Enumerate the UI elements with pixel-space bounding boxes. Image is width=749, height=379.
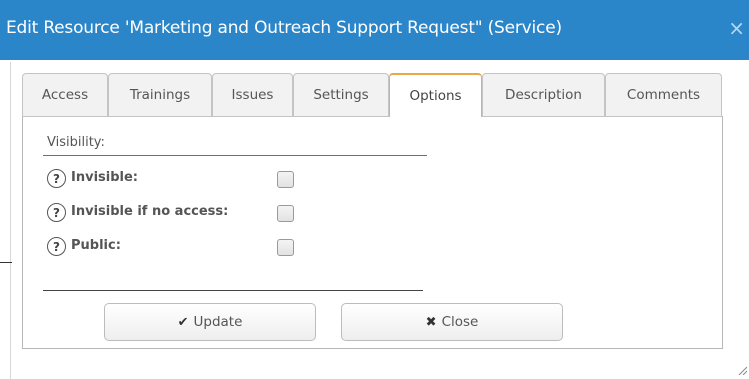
update-button[interactable]: ✔ Update: [104, 303, 316, 341]
tab-comments[interactable]: Comments: [605, 73, 722, 116]
tab-settings[interactable]: Settings: [293, 73, 389, 116]
tab-issues[interactable]: Issues: [212, 73, 293, 116]
invisible-if-no-access-checkbox[interactable]: [277, 205, 294, 222]
update-button-label: Update: [193, 314, 243, 330]
tab-description[interactable]: Description: [482, 73, 605, 116]
checkmark-icon: ✔: [177, 314, 189, 330]
tab-access[interactable]: Access: [22, 73, 108, 116]
tab-label: Access: [41, 87, 89, 103]
tab-label: Trainings: [129, 87, 191, 103]
help-icon[interactable]: ?: [47, 237, 66, 256]
close-x-icon: ✖: [425, 314, 437, 330]
dialog-left-border: [10, 62, 11, 379]
tab-label: Description: [505, 87, 582, 103]
edit-resource-dialog: Edit Resource 'Marketing and Outreach Su…: [0, 0, 749, 379]
tab-label: Settings: [313, 87, 369, 103]
tab-label: Issues: [231, 87, 274, 103]
tab-label: Comments: [626, 87, 701, 103]
help-icon[interactable]: ?: [47, 203, 66, 222]
visibility-section-label: Visibility:: [47, 135, 105, 150]
invisible-label: Invisible:: [71, 170, 138, 185]
buttons-divider: [43, 290, 423, 291]
public-label: Public:: [71, 238, 121, 253]
tab-trainings[interactable]: Trainings: [108, 73, 212, 116]
dialog-title: Edit Resource 'Marketing and Outreach Su…: [6, 18, 562, 38]
close-button[interactable]: ✖ Close: [341, 303, 563, 341]
help-icon[interactable]: ?: [47, 169, 66, 188]
tab-label: Options: [409, 88, 462, 104]
invisible-checkbox[interactable]: [277, 171, 294, 188]
close-button-label: Close: [441, 314, 479, 330]
background-line: [0, 262, 12, 263]
dialog-titlebar[interactable]: Edit Resource 'Marketing and Outreach Su…: [0, 0, 749, 60]
resize-grip-icon[interactable]: [737, 365, 747, 375]
section-divider: [43, 155, 427, 156]
close-icon[interactable]: ×: [728, 16, 745, 40]
tab-options[interactable]: Options: [389, 73, 482, 117]
public-checkbox[interactable]: [277, 239, 294, 256]
invisible-if-no-access-label: Invisible if no access:: [71, 204, 229, 219]
